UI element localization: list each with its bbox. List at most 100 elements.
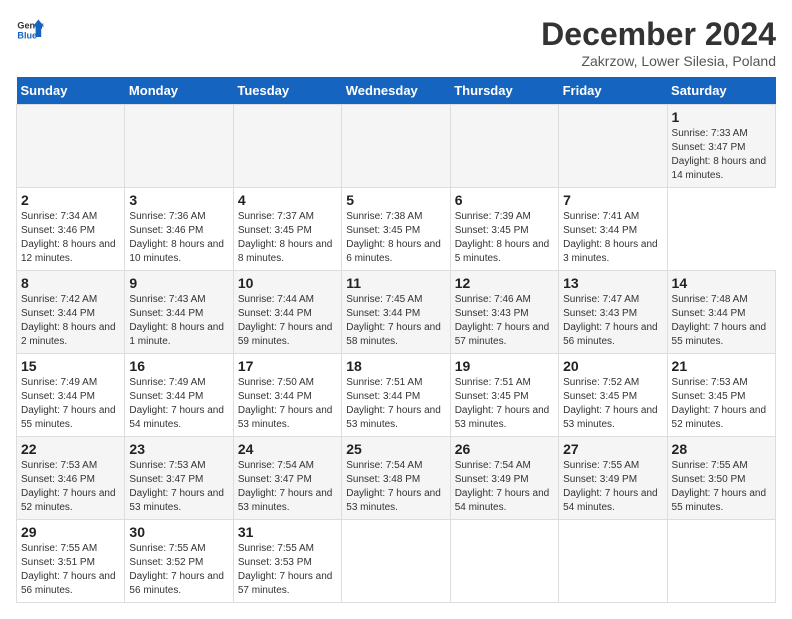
weekday-header-row: SundayMondayTuesdayWednesdayThursdayFrid…: [17, 77, 776, 105]
day-info: Sunrise: 7:38 AMSunset: 3:45 PMDaylight:…: [346, 210, 445, 266]
day-cell: 2 Sunrise: 7:34 AMSunset: 3:46 PMDaylight…: [17, 188, 125, 271]
calendar-week-row: 22 Sunrise: 7:53 AMSunset: 3:46 PMDayligh…: [17, 437, 776, 520]
day-info: Sunrise: 7:52 AMSunset: 3:45 PMDaylight:…: [563, 376, 662, 432]
empty-day-cell: [450, 520, 558, 603]
day-cell: 26 Sunrise: 7:54 AMSunset: 3:49 PMDayligh…: [450, 437, 558, 520]
day-cell: 24 Sunrise: 7:54 AMSunset: 3:47 PMDayligh…: [233, 437, 341, 520]
day-number: 2: [21, 192, 120, 208]
day-cell: 22 Sunrise: 7:53 AMSunset: 3:46 PMDayligh…: [17, 437, 125, 520]
day-number: 3: [129, 192, 228, 208]
day-number: 22: [21, 441, 120, 457]
day-info: Sunrise: 7:51 AMSunset: 3:45 PMDaylight:…: [455, 376, 554, 432]
empty-day-cell: [342, 105, 450, 188]
day-info: Sunrise: 7:48 AMSunset: 3:44 PMDaylight:…: [672, 293, 771, 349]
day-number: 17: [238, 358, 337, 374]
day-info: Sunrise: 7:55 AMSunset: 3:52 PMDaylight:…: [129, 542, 228, 598]
day-info: Sunrise: 7:51 AMSunset: 3:44 PMDaylight:…: [346, 376, 445, 432]
day-cell: 3Sunrise: 7:36 AMSunset: 3:46 PMDaylight…: [125, 188, 233, 271]
day-cell: 23 Sunrise: 7:53 AMSunset: 3:47 PMDayligh…: [125, 437, 233, 520]
day-cell: 17 Sunrise: 7:50 AMSunset: 3:44 PMDayligh…: [233, 354, 341, 437]
day-number: 30: [129, 524, 228, 540]
day-info: Sunrise: 7:46 AMSunset: 3:43 PMDaylight:…: [455, 293, 554, 349]
day-info: Sunrise: 7:45 AMSunset: 3:44 PMDaylight:…: [346, 293, 445, 349]
day-number: 23: [129, 441, 228, 457]
empty-day-cell: [450, 105, 558, 188]
empty-day-cell: [559, 105, 667, 188]
day-cell: 30 Sunrise: 7:55 AMSunset: 3:52 PMDayligh…: [125, 520, 233, 603]
day-number: 8: [21, 275, 120, 291]
day-info: Sunrise: 7:43 AMSunset: 3:44 PMDaylight:…: [129, 293, 228, 349]
day-cell: 19 Sunrise: 7:51 AMSunset: 3:45 PMDayligh…: [450, 354, 558, 437]
day-info: Sunrise: 7:41 AMSunset: 3:44 PMDaylight:…: [563, 210, 662, 266]
weekday-header: Friday: [559, 77, 667, 105]
empty-day-cell: [125, 105, 233, 188]
day-info: Sunrise: 7:54 AMSunset: 3:49 PMDaylight:…: [455, 459, 554, 515]
day-info: Sunrise: 7:33 AMSunset: 3:47 PMDaylight:…: [672, 127, 771, 183]
weekday-header: Sunday: [17, 77, 125, 105]
day-cell: 20 Sunrise: 7:52 AMSunset: 3:45 PMDayligh…: [559, 354, 667, 437]
day-info: Sunrise: 7:49 AMSunset: 3:44 PMDaylight:…: [129, 376, 228, 432]
empty-day-cell: [559, 520, 667, 603]
day-number: 20: [563, 358, 662, 374]
empty-day-cell: [17, 105, 125, 188]
day-cell: 28Sunrise: 7:55 AMSunset: 3:50 PMDayligh…: [667, 437, 775, 520]
day-cell: 29 Sunrise: 7:55 AMSunset: 3:51 PMDayligh…: [17, 520, 125, 603]
day-info: Sunrise: 7:53 AMSunset: 3:47 PMDaylight:…: [129, 459, 228, 515]
day-info: Sunrise: 7:53 AMSunset: 3:45 PMDaylight:…: [672, 376, 771, 432]
day-info: Sunrise: 7:55 AMSunset: 3:51 PMDaylight:…: [21, 542, 120, 598]
day-info: Sunrise: 7:44 AMSunset: 3:44 PMDaylight:…: [238, 293, 337, 349]
day-number: 16: [129, 358, 228, 374]
day-cell: 31Sunrise: 7:55 AMSunset: 3:53 PMDayligh…: [233, 520, 341, 603]
weekday-header: Wednesday: [342, 77, 450, 105]
day-info: Sunrise: 7:54 AMSunset: 3:47 PMDaylight:…: [238, 459, 337, 515]
calendar-week-row: 2 Sunrise: 7:34 AMSunset: 3:46 PMDaylight…: [17, 188, 776, 271]
day-number: 29: [21, 524, 120, 540]
day-cell: 4 Sunrise: 7:37 AMSunset: 3:45 PMDaylight…: [233, 188, 341, 271]
day-cell: 25Sunrise: 7:54 AMSunset: 3:48 PMDayligh…: [342, 437, 450, 520]
calendar-week-row: 1 Sunrise: 7:33 AMSunset: 3:47 PMDaylight…: [17, 105, 776, 188]
weekday-header: Thursday: [450, 77, 558, 105]
calendar-body: 1 Sunrise: 7:33 AMSunset: 3:47 PMDaylight…: [17, 105, 776, 603]
day-cell: 6Sunrise: 7:39 AMSunset: 3:45 PMDaylight…: [450, 188, 558, 271]
day-number: 1: [672, 109, 771, 125]
day-number: 4: [238, 192, 337, 208]
day-number: 19: [455, 358, 554, 374]
day-number: 24: [238, 441, 337, 457]
calendar-week-row: 8 Sunrise: 7:42 AMSunset: 3:44 PMDaylight…: [17, 271, 776, 354]
day-info: Sunrise: 7:42 AMSunset: 3:44 PMDaylight:…: [21, 293, 120, 349]
day-info: Sunrise: 7:47 AMSunset: 3:43 PMDaylight:…: [563, 293, 662, 349]
day-number: 25: [346, 441, 445, 457]
day-number: 28: [672, 441, 771, 457]
day-cell: 21 Sunrise: 7:53 AMSunset: 3:45 PMDayligh…: [667, 354, 775, 437]
day-cell: 9Sunrise: 7:43 AMSunset: 3:44 PMDaylight…: [125, 271, 233, 354]
day-info: Sunrise: 7:55 AMSunset: 3:49 PMDaylight:…: [563, 459, 662, 515]
weekday-header: Monday: [125, 77, 233, 105]
day-cell: 8 Sunrise: 7:42 AMSunset: 3:44 PMDaylight…: [17, 271, 125, 354]
day-cell: 13Sunrise: 7:47 AMSunset: 3:43 PMDayligh…: [559, 271, 667, 354]
day-cell: 16 Sunrise: 7:49 AMSunset: 3:44 PMDayligh…: [125, 354, 233, 437]
day-number: 11: [346, 275, 445, 291]
day-info: Sunrise: 7:34 AMSunset: 3:46 PMDaylight:…: [21, 210, 120, 266]
title-section: December 2024 Zakrzow, Lower Silesia, Po…: [541, 16, 776, 69]
day-info: Sunrise: 7:50 AMSunset: 3:44 PMDaylight:…: [238, 376, 337, 432]
page-header: General Blue December 2024 Zakrzow, Lowe…: [16, 16, 776, 69]
day-info: Sunrise: 7:53 AMSunset: 3:46 PMDaylight:…: [21, 459, 120, 515]
day-number: 21: [672, 358, 771, 374]
day-cell: 14Sunrise: 7:48 AMSunset: 3:44 PMDayligh…: [667, 271, 775, 354]
day-cell: 11 Sunrise: 7:45 AMSunset: 3:44 PMDayligh…: [342, 271, 450, 354]
svg-text:Blue: Blue: [17, 30, 37, 40]
calendar-week-row: 15 Sunrise: 7:49 AMSunset: 3:44 PMDayligh…: [17, 354, 776, 437]
day-cell: 27Sunrise: 7:55 AMSunset: 3:49 PMDayligh…: [559, 437, 667, 520]
day-info: Sunrise: 7:37 AMSunset: 3:45 PMDaylight:…: [238, 210, 337, 266]
calendar-header: SundayMondayTuesdayWednesdayThursdayFrid…: [17, 77, 776, 105]
empty-day-cell: [667, 520, 775, 603]
day-cell: 10Sunrise: 7:44 AMSunset: 3:44 PMDayligh…: [233, 271, 341, 354]
day-number: 5: [346, 192, 445, 208]
day-number: 18: [346, 358, 445, 374]
day-number: 26: [455, 441, 554, 457]
weekday-header: Tuesday: [233, 77, 341, 105]
logo-icon: General Blue: [16, 16, 44, 44]
subtitle: Zakrzow, Lower Silesia, Poland: [541, 53, 776, 69]
day-number: 15: [21, 358, 120, 374]
empty-day-cell: [233, 105, 341, 188]
